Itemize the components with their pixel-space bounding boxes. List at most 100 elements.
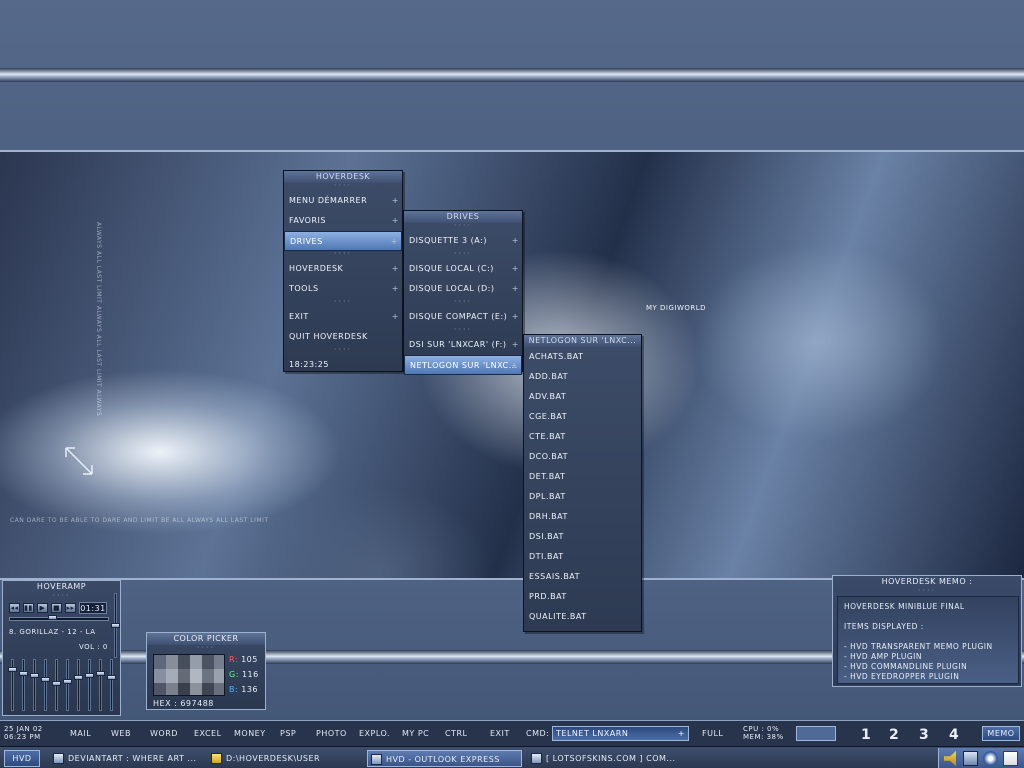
eq-slider[interactable] (88, 659, 91, 711)
eq-slider[interactable] (99, 659, 102, 711)
seek-handle[interactable] (48, 615, 57, 620)
folder-icon (211, 753, 222, 764)
volume-handle[interactable] (111, 623, 120, 628)
volume-icon[interactable] (944, 751, 956, 766)
launcher-money[interactable]: MONEY (234, 729, 266, 738)
menu-item-favorites[interactable]: FAVORIS + (284, 211, 402, 231)
eq-slider[interactable] (110, 659, 113, 711)
desktop-4-button[interactable]: 4 (949, 727, 959, 743)
memo-content[interactable]: HOVERDESK MINIBLUE FINAL ITEMS DISPLAYED… (837, 596, 1019, 684)
file-item-dti[interactable]: DTI.BAT (524, 547, 641, 567)
menu-item-drive-a[interactable]: DISQUETTE 3 (A:) + (404, 231, 522, 251)
eq-slider[interactable] (22, 659, 25, 711)
launcher-explorer[interactable]: EXPLO. (359, 729, 390, 738)
launcher-row: 25 JAN 02 06:23 PM MAIL WEB WORD EXCEL M… (0, 723, 1024, 745)
menu-item-drives[interactable]: DRIVES + (284, 231, 402, 251)
file-item-det[interactable]: DET.BAT (524, 467, 641, 487)
menu-item-exit[interactable]: EXIT + (284, 307, 402, 327)
memo-list-item: - HVD AMP PLUGIN (844, 652, 922, 661)
eq-slider[interactable] (66, 659, 69, 711)
system-stats: CPU : 0% MEM: 38% (743, 725, 784, 741)
task-outlook[interactable]: HVD - OUTLOOK EXPRESS (367, 750, 522, 767)
launcher-my-pc[interactable]: MY PC (402, 729, 429, 738)
pause-button[interactable]: ▮▮ (23, 603, 34, 613)
full-button[interactable]: FULL (702, 729, 723, 738)
memo-line: ITEMS DISPLAYED : (844, 622, 924, 631)
task-folder[interactable]: D:\HOVERDESK\USER (208, 750, 363, 767)
file-item-add[interactable]: ADD.BAT (524, 367, 641, 387)
task-deviantart[interactable]: DEVIANTART : WHERE ART ... (50, 750, 205, 767)
launcher-photo[interactable]: PHOTO (316, 729, 347, 738)
file-item-cge[interactable]: CGE.BAT (524, 407, 641, 427)
eq-slider[interactable] (33, 659, 36, 711)
file-item-qualite[interactable]: QUALITE.BAT (524, 607, 641, 627)
stop-button[interactable]: ■ (51, 603, 62, 613)
eq-slider[interactable] (44, 659, 47, 711)
eq-handle[interactable] (30, 673, 39, 678)
file-item-dpl[interactable]: DPL.BAT (524, 487, 641, 507)
browser-icon (531, 753, 542, 764)
menu-item-hoverdesk[interactable]: HOVERDESK + (284, 259, 402, 279)
menu-separator: ···· (453, 249, 473, 258)
eq-handle[interactable] (41, 677, 50, 682)
eq-handle[interactable] (19, 671, 28, 676)
eq-handle[interactable] (74, 675, 83, 680)
file-item-dsi[interactable]: DSI.BAT (524, 527, 641, 547)
eq-handle[interactable] (96, 671, 105, 676)
file-item-dco[interactable]: DCO.BAT (524, 447, 641, 467)
prev-button[interactable]: ◂◂ (9, 603, 20, 613)
desktop-1-button[interactable]: 1 (861, 727, 871, 743)
eq-handle[interactable] (107, 675, 116, 680)
desktop-2-button[interactable]: 2 (889, 727, 899, 743)
system-tray (938, 748, 1024, 768)
menu-item-quit-hoverdesk[interactable]: QUIT HOVERDESK (284, 327, 402, 347)
wallpaper-vertical-text: ALWAYS ALL LAST LIMIT ALWAYS ALL LAST LI… (95, 222, 102, 417)
file-item-achats[interactable]: ACHATS.BAT (524, 347, 641, 367)
desktop-3-button[interactable]: 3 (919, 727, 929, 743)
menu-item-drive-d[interactable]: DISQUE LOCAL (D:) + (404, 279, 522, 299)
menu-item-netlogon[interactable]: NETLOGON SUR 'LNXC... + (404, 355, 522, 375)
launcher-word[interactable]: WORD (150, 729, 178, 738)
globe-icon[interactable] (983, 751, 998, 766)
eq-slider[interactable] (77, 659, 80, 711)
netlogon-menu: NETLOGON SUR 'LNXC... ACHATS.BAT ADD.BAT… (523, 334, 642, 632)
menu-item-start-menu[interactable]: MENU DÉMARRER + (284, 191, 402, 211)
file-item-drh[interactable]: DRH.BAT (524, 507, 641, 527)
launcher-ctrl[interactable]: CTRL (445, 729, 468, 738)
file-item-adv[interactable]: ADV.BAT (524, 387, 641, 407)
launcher-mail[interactable]: MAIL (70, 729, 91, 738)
hoverdesk-menu: HOVERDESK ···· MENU DÉMARRER + FAVORIS + D… (283, 170, 403, 372)
cmd-go-icon[interactable]: + (678, 727, 685, 740)
menu-item-tools[interactable]: TOOLS + (284, 279, 402, 299)
launcher-psp[interactable]: PSP (280, 729, 296, 738)
red-row: R: 105 (229, 655, 258, 664)
panel-separator: ···· (196, 643, 216, 652)
seek-bar[interactable] (9, 615, 109, 621)
task-lotsofskins[interactable]: [ LOTSOFSKINS.COM ] COM... (528, 750, 688, 767)
launcher-web[interactable]: WEB (111, 729, 131, 738)
start-button[interactable]: HVD (4, 750, 40, 767)
red-value: 105 (241, 655, 258, 664)
memo-list-item: - HVD TRANSPARENT MEMO PLUGIN (844, 642, 993, 651)
launcher-excel[interactable]: EXCEL (194, 729, 222, 738)
eq-handle[interactable] (8, 667, 17, 672)
time-label: 06:23 PM (4, 733, 41, 741)
mail-tray-icon[interactable] (1003, 751, 1018, 766)
file-item-prd[interactable]: PRD.BAT (524, 587, 641, 607)
blue-row: B: 136 (229, 685, 259, 694)
menu-item-drive-e[interactable]: DISQUE COMPACT (E:) + (404, 307, 522, 327)
menu-item-drive-c[interactable]: DISQUE LOCAL (C:) + (404, 259, 522, 279)
network-icon[interactable] (963, 751, 978, 766)
menu-item-drive-f[interactable]: DSI SUR 'LNXCAR' (F:) + (404, 335, 522, 355)
play-button[interactable]: ▶ (37, 603, 48, 613)
eq-handle[interactable] (52, 681, 61, 686)
eq-handle[interactable] (85, 673, 94, 678)
green-row: G: 116 (229, 670, 259, 679)
cmd-input[interactable]: TELNET LNXARN + (552, 726, 689, 741)
file-item-essais[interactable]: ESSAIS.BAT (524, 567, 641, 587)
memo-button[interactable]: MEMO (982, 726, 1020, 741)
file-item-cte[interactable]: CTE.BAT (524, 427, 641, 447)
next-button[interactable]: ▸▸ (65, 603, 76, 613)
launcher-exit[interactable]: EXIT (490, 729, 510, 738)
eq-handle[interactable] (63, 679, 72, 684)
